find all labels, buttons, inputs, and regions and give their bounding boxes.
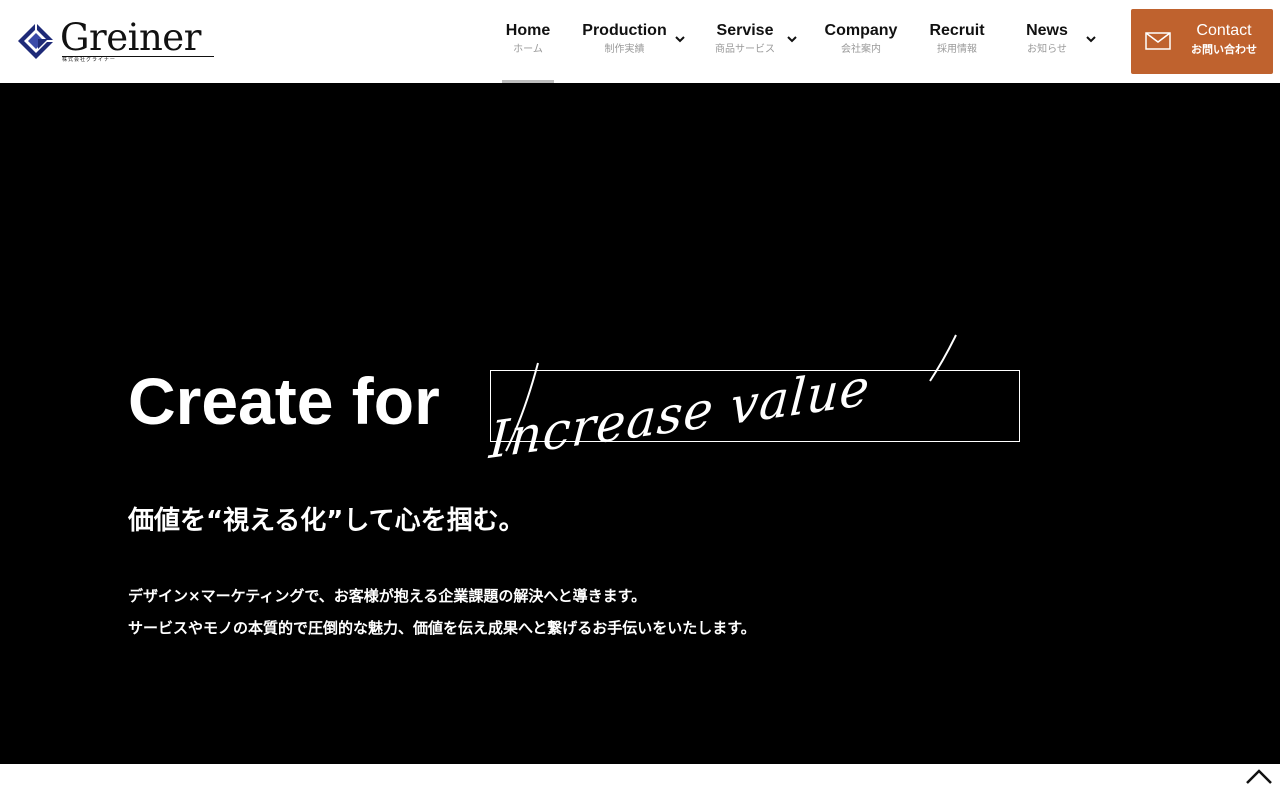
script-title: Increase value bbox=[487, 334, 957, 470]
chevron-down-icon[interactable] bbox=[1085, 33, 1097, 45]
nav-item-sublabel: ホーム bbox=[513, 44, 543, 55]
contact-label: Contact bbox=[1196, 22, 1252, 39]
hero-subtitle: 価値を“視える化”して心を掴む。 bbox=[128, 506, 525, 536]
nav-item-company[interactable]: Company 会社案内 bbox=[824, 20, 898, 83]
logo[interactable]: Greiner 株式会社グライナー bbox=[16, 18, 214, 64]
hero-title: Create for bbox=[128, 364, 440, 438]
logo-tagline: 株式会社グライナー bbox=[62, 55, 214, 63]
logo-wordmark: Greiner bbox=[60, 15, 201, 59]
chevron-up-icon[interactable] bbox=[1244, 766, 1274, 788]
contact-sublabel: お問い合わせ bbox=[1191, 43, 1257, 56]
nav-item-label: News bbox=[1026, 22, 1068, 39]
hero-body: デザイン×マーケティングで、お客様が抱える企業課題の解決へと導きます。 サービス… bbox=[128, 580, 756, 644]
site-header: Greiner 株式会社グライナー Home ホーム Production 制作… bbox=[0, 0, 1280, 83]
contact-button[interactable]: Contact お問い合わせ bbox=[1131, 9, 1273, 74]
nav-item-home[interactable]: Home ホーム bbox=[502, 20, 554, 83]
contact-button-text: Contact お問い合わせ bbox=[1183, 21, 1265, 59]
nav-item-service[interactable]: Servise 商品サービス bbox=[712, 20, 778, 83]
mail-icon bbox=[1145, 32, 1171, 50]
chevron-down-icon[interactable] bbox=[786, 33, 798, 45]
nav-item-sublabel: お知らせ bbox=[1027, 44, 1067, 55]
nav-item-label: Home bbox=[505, 22, 551, 39]
hero-body-line: サービスやモノの本質的で圧倒的な魅力、価値を伝え成果へと繋げるお手伝いをいたしま… bbox=[128, 619, 756, 637]
nav-item-production[interactable]: Production 制作実績 bbox=[582, 20, 667, 83]
nav-item-sublabel: 採用情報 bbox=[937, 44, 977, 55]
nav-item-sublabel: 制作実績 bbox=[604, 44, 645, 55]
hero-section: Create for Increase value 価値を“視える化”して心を掴… bbox=[0, 83, 1280, 764]
nav-item-label: Servise bbox=[716, 22, 774, 39]
nav-item-label: Company bbox=[824, 22, 898, 39]
nav-item-sublabel: 商品サービス bbox=[715, 44, 775, 55]
hero-body-line: デザイン×マーケティングで、お客様が抱える企業課題の解決へと導きます。 bbox=[128, 587, 647, 605]
nav-item-news[interactable]: News お知らせ bbox=[1022, 20, 1072, 83]
nav-item-label: Recruit bbox=[929, 22, 985, 39]
nav-item-sublabel: 会社案内 bbox=[841, 44, 881, 55]
chevron-down-icon[interactable] bbox=[674, 33, 686, 45]
script-title-text: Increase value bbox=[487, 357, 873, 470]
logo-diamond-icon bbox=[18, 23, 54, 59]
nav-item-recruit[interactable]: Recruit 採用情報 bbox=[929, 20, 985, 83]
nav-item-label: Production bbox=[582, 22, 667, 39]
